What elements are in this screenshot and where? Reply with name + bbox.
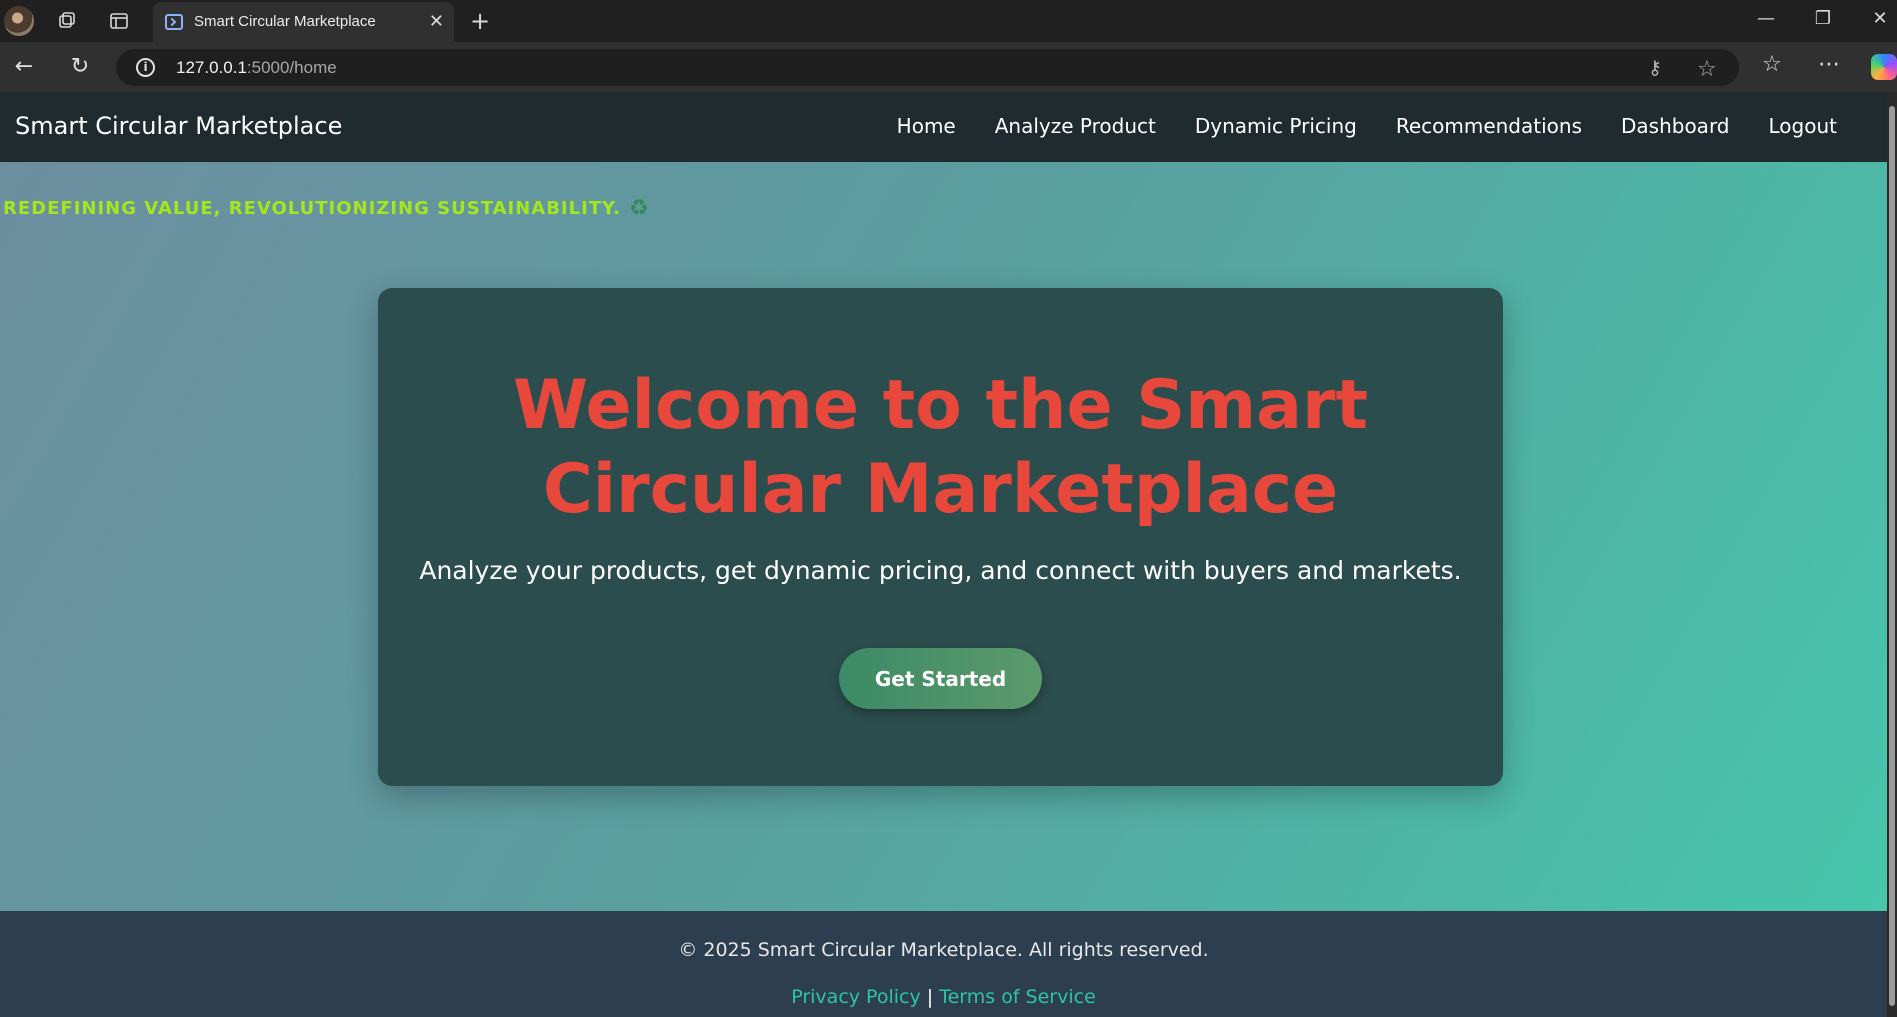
tab-title: Smart Circular Marketplace xyxy=(194,13,376,30)
window-close-icon[interactable]: ✕ xyxy=(1865,8,1895,29)
recycle-icon: ♻ xyxy=(628,196,650,221)
close-icon[interactable]: ✕ xyxy=(429,11,444,32)
terms-of-service-link[interactable]: Terms of Service xyxy=(939,986,1096,1008)
browser-toolbar: ← ↻ i 127.0.0.1:5000/home ⚷ ☆ ☆ ⋯ xyxy=(0,42,1897,92)
nav-link-home[interactable]: Home xyxy=(897,114,956,138)
nav-link-logout[interactable]: Logout xyxy=(1769,114,1837,138)
profile-avatar[interactable] xyxy=(4,6,34,36)
info-icon[interactable]: i xyxy=(136,58,155,77)
restore-icon[interactable]: ❐ xyxy=(1808,8,1838,29)
key-icon[interactable]: ⚷ xyxy=(1648,57,1662,79)
url-text[interactable]: 127.0.0.1:5000/home xyxy=(176,58,337,78)
site-footer: © 2025 Smart Circular Marketplace. All r… xyxy=(0,911,1887,1017)
favorite-star-icon[interactable]: ☆ xyxy=(1697,57,1717,82)
nav-link-recommendations[interactable]: Recommendations xyxy=(1396,114,1582,138)
tagline: REDEFINING VALUE, REVOLUTIONIZING SUSTAI… xyxy=(3,196,650,221)
footer-links: Privacy Policy | Terms of Service xyxy=(0,986,1887,1008)
minimize-icon[interactable]: — xyxy=(1751,8,1781,29)
brand-logo-text[interactable]: Smart Circular Marketplace xyxy=(15,112,342,140)
browser-tab-active[interactable]: Smart Circular Marketplace ✕ xyxy=(153,2,454,42)
hero-card: Welcome to the Smart Circular Marketplac… xyxy=(378,288,1503,786)
copyright-text: © 2025 Smart Circular Marketplace. All r… xyxy=(678,939,1209,961)
tagline-text: REDEFINING VALUE, REVOLUTIONIZING SUSTAI… xyxy=(3,198,621,219)
site-navbar: Smart Circular Marketplace Home Analyze … xyxy=(0,92,1887,162)
nav-link-analyze-product[interactable]: Analyze Product xyxy=(995,114,1156,138)
page-scrollbar[interactable] xyxy=(1887,92,1897,1017)
new-tab-icon[interactable]: + xyxy=(467,7,493,35)
hero-title: Welcome to the Smart Circular Marketplac… xyxy=(512,366,1369,529)
copilot-icon[interactable] xyxy=(1871,54,1897,80)
nav-link-dynamic-pricing[interactable]: Dynamic Pricing xyxy=(1195,114,1357,138)
reload-icon[interactable]: ↻ xyxy=(66,54,94,79)
hero-subtitle: Analyze your products, get dynamic prici… xyxy=(419,556,1462,585)
nav-links: Home Analyze Product Dynamic Pricing Rec… xyxy=(897,114,1837,138)
address-bar[interactable]: i 127.0.0.1:5000/home ⚷ ☆ xyxy=(116,49,1739,86)
back-arrow-icon[interactable]: ← xyxy=(10,54,38,79)
terminal-icon xyxy=(165,14,183,30)
scrollbar-thumb[interactable] xyxy=(1889,106,1895,1006)
privacy-policy-link[interactable]: Privacy Policy xyxy=(791,986,920,1008)
footer-separator: | xyxy=(926,986,934,1008)
tab-actions-icon[interactable] xyxy=(106,8,132,34)
favorites-icon[interactable]: ☆ xyxy=(1762,52,1782,77)
nav-link-dashboard[interactable]: Dashboard xyxy=(1621,114,1730,138)
browser-tab-strip: Smart Circular Marketplace ✕ + — ❐ ✕ xyxy=(0,0,1897,42)
workspaces-icon[interactable] xyxy=(54,8,80,34)
more-menu-icon[interactable]: ⋯ xyxy=(1818,52,1840,77)
page-viewport: Smart Circular Marketplace Home Analyze … xyxy=(0,92,1887,1017)
get-started-button[interactable]: Get Started xyxy=(839,648,1042,709)
